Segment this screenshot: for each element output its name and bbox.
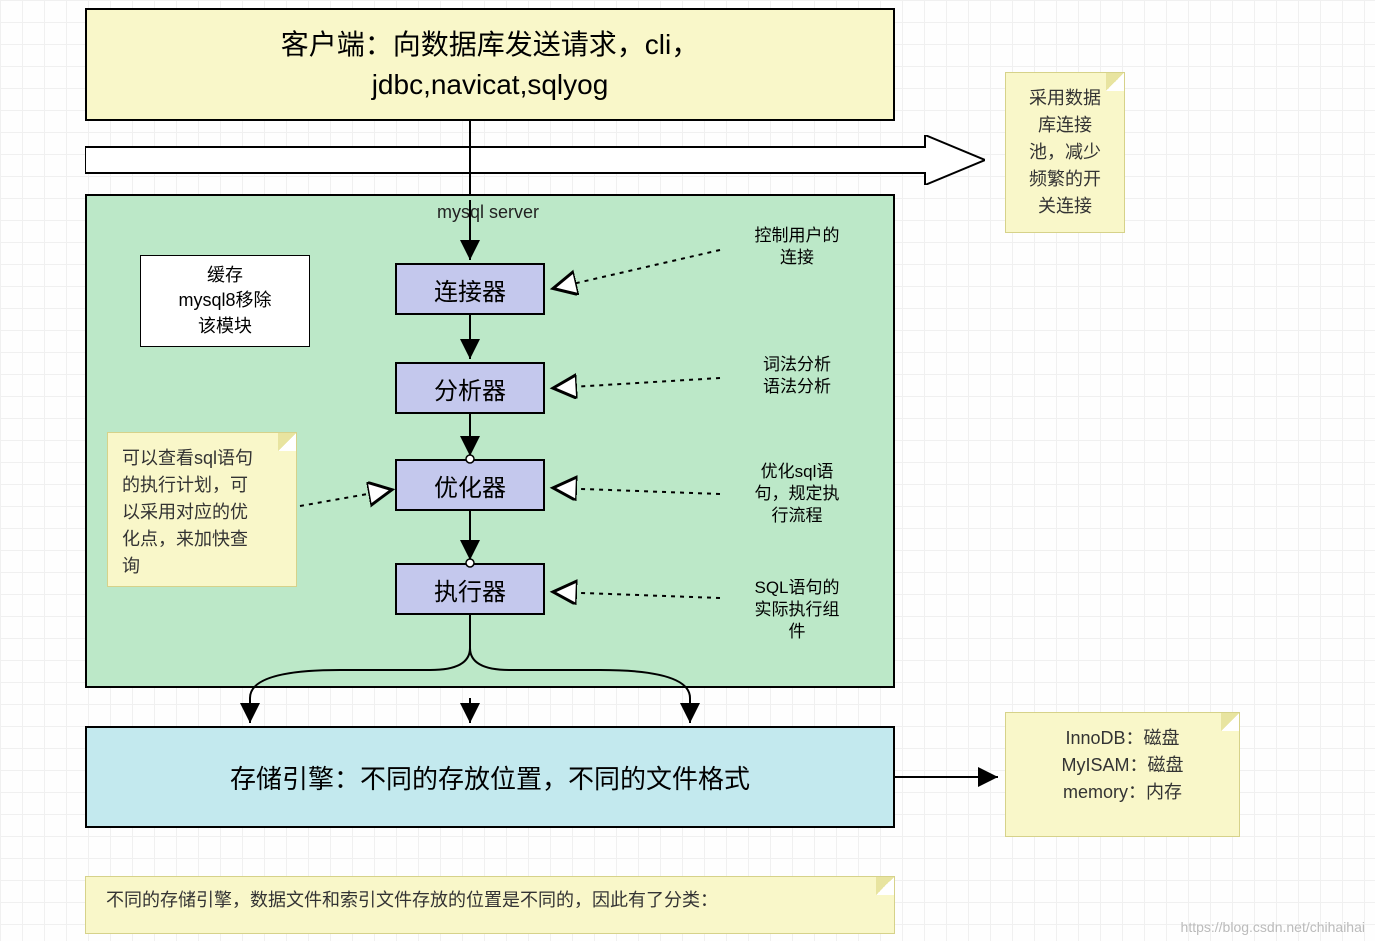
pool-arrow <box>85 135 985 185</box>
cache-box: 缓存 mysql8移除 该模块 <box>140 255 310 347</box>
storage-box: 存储引擎：不同的存放位置，不同的文件格式 <box>85 726 895 828</box>
stage-connector-label: 连接器 <box>434 272 506 307</box>
storage-text: 存储引擎：不同的存放位置，不同的文件格式 <box>230 759 750 796</box>
stage-executor-label: 执行器 <box>434 572 506 607</box>
cloud-executor: SQL语句的 实际执行组 件 <box>717 564 877 656</box>
cloud-analyzer-text: 词法分析 语法分析 <box>763 354 831 398</box>
cloud-optimizer: 优化sql语 句，规定执 行流程 <box>717 448 877 540</box>
cloud-connector: 控制用户的 连接 <box>717 201 877 293</box>
client-line1: 客户端：向数据库发送请求，cli， <box>281 25 699 64</box>
note-optimizer-text: 可以查看sql语句 的执行计划，可 以采用对应的优 化点，来加快查 询 <box>122 448 253 576</box>
watermark: https://blog.csdn.net/chihaihai <box>1181 919 1365 935</box>
stage-analyzer-label: 分析器 <box>434 371 506 406</box>
note-storage-engines: InnoDB：磁盘 MyISAM：磁盘 memory：内存 <box>1005 712 1240 837</box>
stage-analyzer: 分析器 <box>395 362 545 414</box>
client-line2: jdbc,navicat,sqlyog <box>281 65 699 104</box>
stage-optimizer-label: 优化器 <box>434 468 506 503</box>
stage-optimizer: 优化器 <box>395 459 545 511</box>
cloud-analyzer: 词法分析 语法分析 <box>717 330 877 422</box>
cloud-connector-text: 控制用户的 连接 <box>755 225 840 269</box>
cloud-executor-text: SQL语句的 实际执行组 件 <box>754 577 839 643</box>
note-bottom-text: 不同的存储引擎，数据文件和索引文件存放的位置是不同的，因此有了分类： <box>106 890 718 910</box>
note-engines-text: InnoDB：磁盘 MyISAM：磁盘 memory：内存 <box>1061 728 1183 802</box>
cache-text: 缓存 mysql8移除 该模块 <box>178 263 271 339</box>
note-bottom: 不同的存储引擎，数据文件和索引文件存放的位置是不同的，因此有了分类： <box>85 876 895 934</box>
stage-executor: 执行器 <box>395 563 545 615</box>
note-optimizer: 可以查看sql语句 的执行计划，可 以采用对应的优 化点，来加快查 询 <box>107 432 297 587</box>
client-box: 客户端：向数据库发送请求，cli， jdbc,navicat,sqlyog <box>85 8 895 121</box>
note-pool-text: 采用数据 库连接 池，减少 频繁的开 关连接 <box>1029 88 1101 216</box>
note-connection-pool: 采用数据 库连接 池，减少 频繁的开 关连接 <box>1005 72 1125 233</box>
stage-connector: 连接器 <box>395 263 545 315</box>
server-label: mysql server <box>437 202 539 223</box>
cloud-optimizer-text: 优化sql语 句，规定执 行流程 <box>755 461 840 527</box>
